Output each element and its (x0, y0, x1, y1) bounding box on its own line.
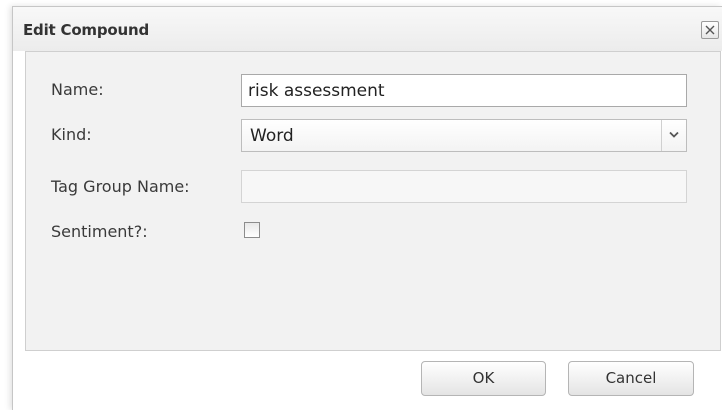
sentiment-checkbox[interactable] (244, 222, 260, 238)
name-label: Name: (51, 80, 104, 99)
dialog-title: Edit Compound (23, 21, 149, 39)
dialog-titlebar: Edit Compound (13, 7, 722, 51)
close-button[interactable] (701, 21, 719, 39)
tag-group-name-input (241, 170, 687, 203)
sentiment-label: Sentiment?: (51, 222, 148, 241)
kind-label: Kind: (51, 125, 92, 144)
chevron-down-icon (669, 131, 679, 138)
kind-select-value: Word (250, 126, 294, 146)
name-input[interactable] (241, 74, 687, 107)
kind-dropdown-arrow[interactable] (661, 120, 686, 151)
cancel-button[interactable]: Cancel (568, 361, 694, 396)
form-panel: Name: Kind: Word Tag Group Name: Sentime… (25, 51, 721, 351)
ok-button[interactable]: OK (421, 361, 546, 396)
close-icon (705, 25, 715, 35)
tag-group-name-label: Tag Group Name: (51, 177, 190, 196)
edit-compound-dialog: Edit Compound Name: Kind: Word Tag Group… (12, 6, 722, 410)
kind-select[interactable]: Word (241, 119, 687, 152)
